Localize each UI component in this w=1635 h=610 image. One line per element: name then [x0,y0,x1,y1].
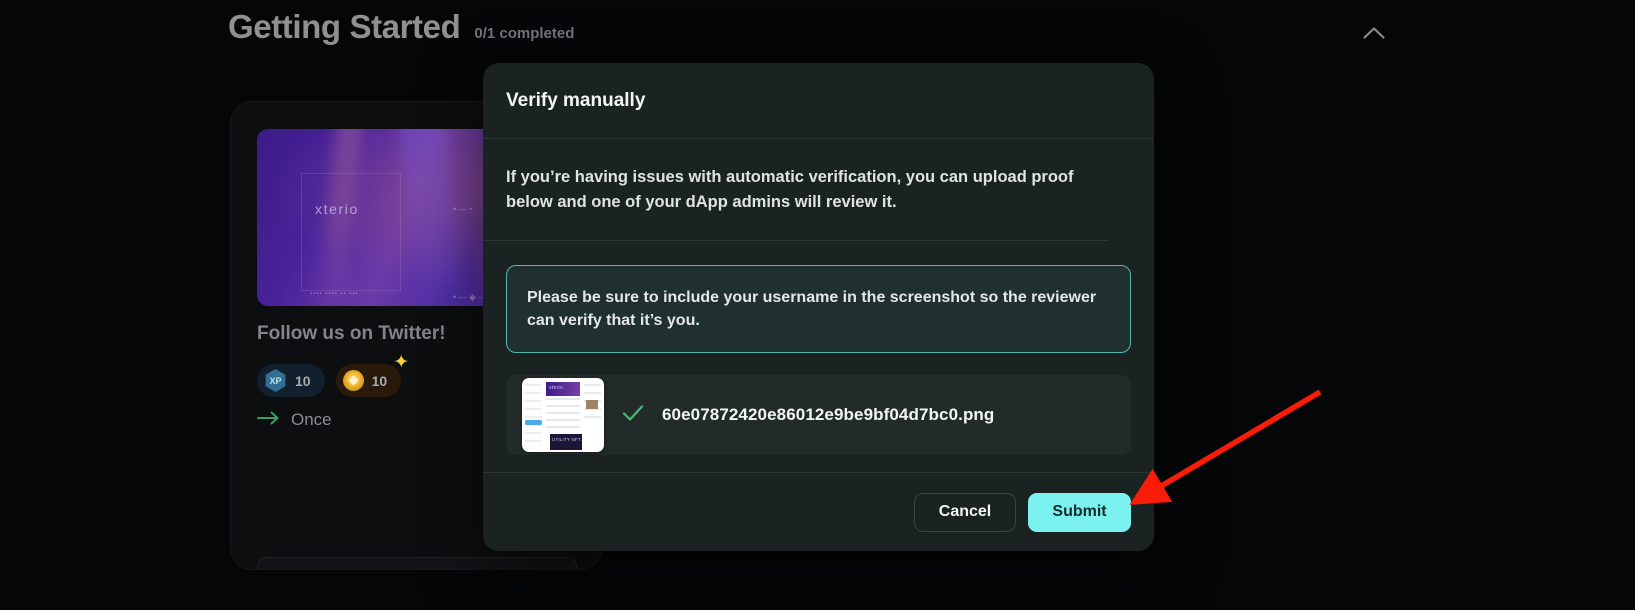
uploaded-file-row[interactable]: xterio UTILITY NFT 60e07872420e86012e9be… [506,375,1131,455]
uploaded-file-name: 60e07872420e86012e9be9bf04d7bc0.png [662,405,994,425]
arrow-right-icon [257,411,281,430]
xp-badge-icon: XP [264,369,287,392]
dialog-body: Please be sure to include your username … [483,241,1154,473]
follow-button[interactable]: Follow [257,557,577,570]
screen-root: Getting Started 0/1 completed xterio •—•… [0,0,1635,610]
reward-coin-value: 10 [372,373,388,389]
username-callout: Please be sure to include your username … [506,265,1131,354]
sparkle-icon: ✦ [393,353,409,372]
submit-button[interactable]: Submit [1028,493,1131,532]
banner-frame-decoration [301,173,401,291]
quest-title: Follow us on Twitter! [257,323,446,345]
red-arrow-pointer [1136,392,1320,501]
reward-coin: 10 ✦ [336,364,402,397]
image-thumbnail: xterio UTILITY NFT [522,378,604,452]
page-header: Getting Started 0/1 completed [228,8,574,46]
verify-manually-dialog: Verify manually If you’re having issues … [483,63,1154,551]
dialog-title: Verify manually [506,90,645,112]
dialog-header: Verify manually [483,63,1154,139]
dialog-description: If you’re having issues with automatic v… [483,139,1108,241]
page-title: Getting Started [228,8,460,46]
dialog-footer: Cancel Submit [483,472,1154,551]
check-icon [622,404,644,427]
reward-xp: XP 10 [257,364,325,397]
reward-row: XP 10 10 ✦ [257,364,401,397]
quest-frequency: Once [257,410,332,430]
progress-label: 0/1 completed [474,25,574,42]
chevron-up-icon [1363,26,1385,39]
cancel-button[interactable]: Cancel [914,493,1016,532]
quest-frequency-label: Once [291,410,332,430]
banner-mark-3: ▪▪▪▪ ▪▪▪▪ ▪▪ ▪▪▪ [310,291,359,297]
reward-xp-value: 10 [295,373,311,389]
coin-icon [343,370,364,391]
collapse-section-button[interactable] [1357,18,1391,46]
banner-mark-1: •—• [453,204,474,214]
banner-brand-label: xterio [315,201,359,217]
